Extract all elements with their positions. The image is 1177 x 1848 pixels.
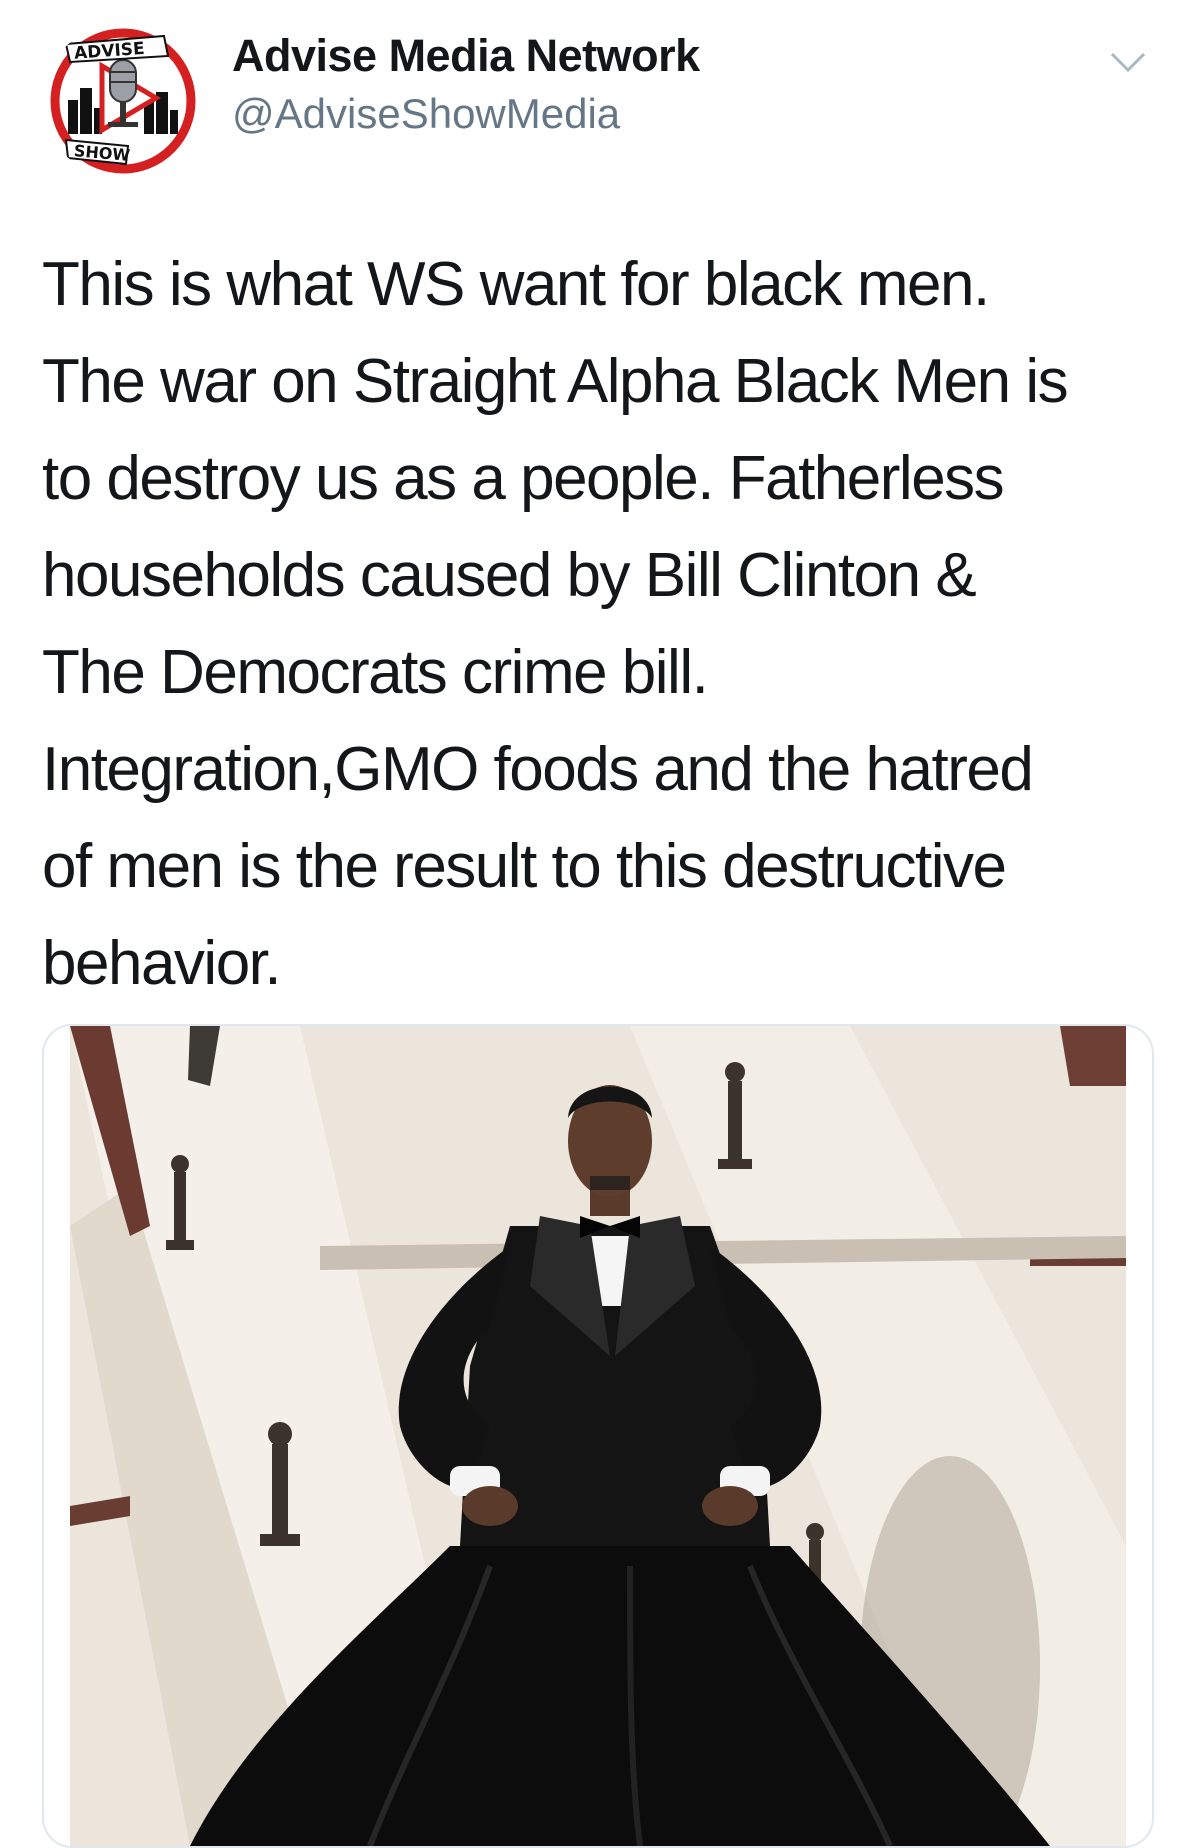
display-name[interactable]: Advise Media Network	[232, 30, 700, 82]
tweet-text-line: The Democrats crime bill.	[42, 638, 709, 707]
tweet-text-line: of men is the result to this destructive	[42, 832, 1007, 901]
tweet-text-line: The war on Straight Alpha Black Men is	[42, 347, 1069, 416]
tweet: ADVISE SHOW Advise Media Network @Advise…	[0, 0, 1177, 1848]
microphone-logo-icon: ADVISE SHOW	[44, 22, 202, 180]
tweet-text-line: households caused by Bill Clinton &	[42, 541, 977, 610]
tweet-text-line: behavior.	[42, 929, 282, 998]
photo-image	[70, 1026, 1126, 1846]
tweet-text-line: This is what WS want for black men.	[42, 250, 990, 319]
avatar[interactable]: ADVISE SHOW	[44, 22, 202, 180]
chevron-down-icon[interactable]	[1108, 46, 1148, 78]
tweet-media-photo[interactable]	[42, 1024, 1154, 1848]
user-handle[interactable]: @AdviseShowMedia	[232, 90, 620, 138]
tweet-text: This is what WS want for black men. The …	[42, 236, 1142, 1012]
tweet-text-line: to destroy us as a people. Fatherless	[42, 444, 1005, 513]
tweet-text-line: Integration,GMO foods and the hatred	[42, 735, 1034, 804]
